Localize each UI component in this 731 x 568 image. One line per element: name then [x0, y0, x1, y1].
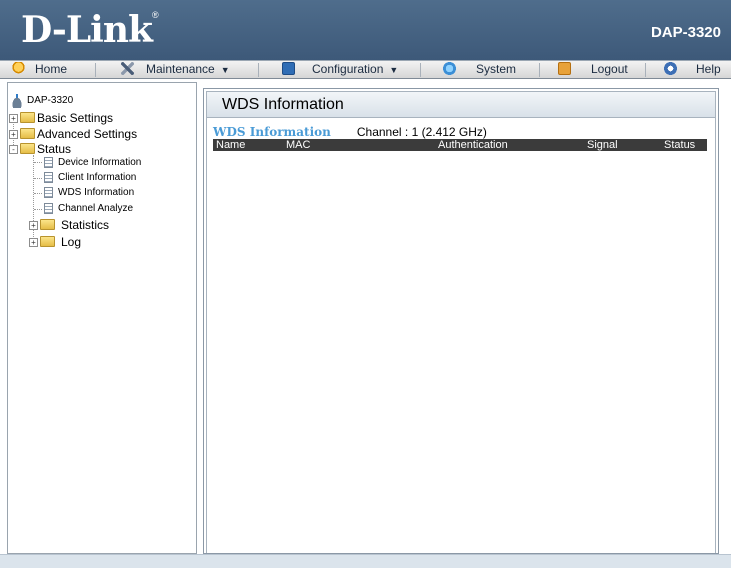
tree-item-basic-settings[interactable]: + Basic Settings	[9, 111, 113, 125]
tree-item-client-information[interactable]: Client Information	[44, 171, 136, 185]
folder-icon	[20, 128, 35, 139]
tree-item-root-label: DAP-3320	[27, 95, 74, 106]
chevron-down-icon: ▼	[389, 65, 399, 75]
nav-maintenance[interactable]: Maintenance ▼	[121, 61, 230, 78]
tree-item-advanced-settings-label: Advanced Settings	[37, 127, 138, 141]
page-icon	[44, 157, 53, 168]
tree-item-basic-settings-label: Basic Settings	[37, 111, 114, 125]
dlink-logo: D-Link	[21, 9, 153, 51]
nav-help[interactable]: Help	[664, 61, 721, 78]
tree-connector	[34, 162, 42, 163]
nav-configuration[interactable]: Configuration ▼	[282, 61, 398, 78]
navigation-tree: DAP-3320 + Basic Settings + Advanced Setti…	[7, 82, 197, 554]
top-navigation-bar: Home Maintenance ▼ Configuration ▼ System …	[0, 60, 731, 79]
tree-item-client-information-label: Client Information	[58, 172, 137, 183]
column-header-status: Status	[664, 139, 696, 151]
tree-item-log[interactable]: + Log	[29, 235, 81, 249]
expand-icon[interactable]: +	[29, 238, 38, 247]
channel-info: Channel : 1 (2.412 GHz)	[356, 125, 487, 139]
nav-system-label: System	[476, 62, 517, 76]
bottom-status-strip	[0, 554, 731, 568]
page-icon	[44, 172, 53, 183]
nav-home-label: Home	[35, 62, 68, 76]
tree-item-advanced-settings[interactable]: + Advanced Settings	[9, 127, 137, 141]
tree-item-wds-information[interactable]: WDS Information	[44, 186, 134, 200]
tree-item-device-information-label: Device Information	[58, 157, 142, 168]
nav-separator	[539, 63, 540, 77]
nav-separator	[645, 63, 646, 77]
nav-separator	[258, 63, 259, 77]
tree-item-status[interactable]: - Status	[9, 142, 71, 156]
page-icon	[44, 203, 53, 214]
expand-icon[interactable]: +	[29, 221, 38, 230]
registered-mark: ®	[152, 10, 159, 20]
column-header-mac: MAC	[286, 139, 311, 151]
nav-logout[interactable]: Logout	[558, 61, 628, 78]
nav-maintenance-label: Maintenance	[146, 62, 215, 76]
tree-item-statistics[interactable]: + Statistics	[29, 218, 109, 232]
tree-item-statistics-label: Statistics	[61, 218, 110, 232]
access-point-icon	[10, 94, 24, 108]
chevron-down-icon: ▼	[220, 65, 230, 75]
nav-configuration-label: Configuration	[312, 62, 384, 76]
tree-item-channel-analyze-label: Channel Analyze	[58, 203, 134, 214]
tree-item-wds-information-label: WDS Information	[58, 187, 135, 198]
page-title: WDS Information	[207, 92, 715, 118]
floppy-disk-icon	[282, 62, 295, 75]
content-inner-frame: WDS Information WDS Information Channel :…	[206, 91, 716, 553]
folder-icon	[40, 219, 55, 230]
globe-icon	[443, 62, 456, 75]
nav-help-label: Help	[696, 62, 721, 76]
column-header-name: Name	[216, 139, 246, 151]
nav-logout-label: Logout	[591, 62, 628, 76]
tree-connector	[34, 193, 42, 194]
tree-item-root[interactable]: DAP-3320	[10, 94, 73, 108]
tree-connector	[34, 209, 42, 210]
tree-item-status-label: Status	[37, 142, 72, 156]
nav-separator	[420, 63, 421, 77]
page-icon	[44, 187, 53, 198]
column-header-authentication: Authentication	[438, 139, 508, 151]
folder-icon	[20, 112, 35, 123]
folder-icon	[40, 236, 55, 247]
model-name: DAP-3320	[650, 24, 721, 41]
tree-item-log-label: Log	[61, 235, 82, 249]
nav-system[interactable]: System	[443, 61, 516, 78]
tree-item-channel-analyze[interactable]: Channel Analyze	[44, 202, 133, 216]
expand-icon[interactable]: +	[9, 130, 18, 139]
tree-connector	[34, 178, 42, 179]
header-banner: D-Link ® DAP-3320	[0, 0, 731, 60]
content-panel: WDS Information WDS Information Channel :…	[203, 88, 719, 554]
logout-icon	[558, 62, 571, 75]
nav-home[interactable]: Home	[12, 61, 67, 78]
section-header: WDS Information Channel : 1 (2.412 GHz)	[213, 125, 487, 139]
column-header-signal: Signal	[587, 139, 618, 151]
home-icon	[12, 62, 25, 75]
collapse-icon[interactable]: -	[9, 145, 18, 154]
tree-item-device-information[interactable]: Device Information	[44, 156, 141, 170]
wds-table-header: Name MAC Authentication Signal Status	[213, 139, 707, 151]
nav-separator	[95, 63, 96, 77]
expand-icon[interactable]: +	[9, 114, 18, 123]
tools-icon	[121, 62, 134, 75]
section-title: WDS Information	[213, 125, 331, 139]
help-icon	[664, 62, 677, 75]
open-folder-icon	[20, 143, 35, 154]
